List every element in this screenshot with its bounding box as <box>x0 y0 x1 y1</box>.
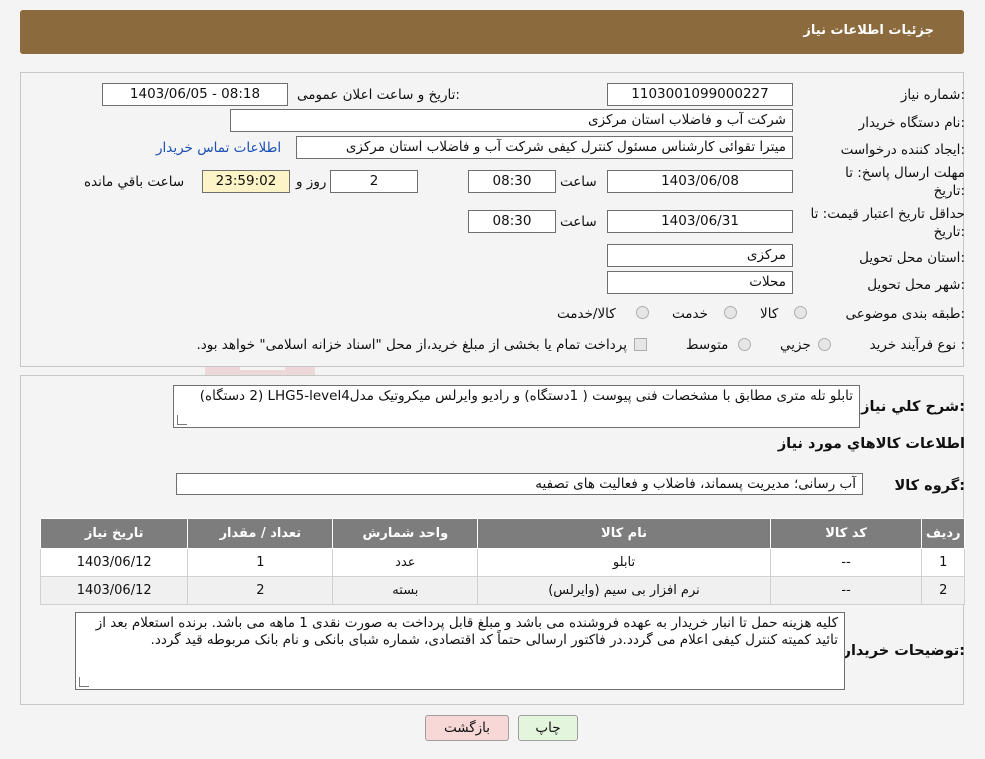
row-qty: 2 <box>187 576 334 605</box>
days-field: 2 <box>330 170 418 193</box>
price-validity-label: حداقل تاریخ اعتبار قیمت: تا <box>810 206 965 222</box>
treasury-checkbox[interactable] <box>634 338 647 351</box>
category-goods-radio[interactable] <box>794 306 807 319</box>
goods-info-title: اطلاعات کالاهاي مورد نياز <box>777 436 965 452</box>
remaining-time-label: ساعت باقي مانده <box>84 174 185 190</box>
page-title: جزئیات اطلاعات نیاز <box>803 23 934 38</box>
reply-time-label: ساعت <box>560 174 597 190</box>
description-textarea: تابلو تله متری مطابق با مشخصات فنی پیوست… <box>173 385 860 428</box>
process-label: نوع فرآیند خرید : <box>869 337 965 353</box>
print-button[interactable]: چاپ <box>518 715 578 741</box>
validity-time-label: ساعت <box>560 214 597 230</box>
table-row: 2 -- نرم افزار بی سیم (وایرلس) بسته 2 14… <box>39 576 965 605</box>
province-field: مرکزی <box>607 244 793 267</box>
category-goods-label: کالا <box>760 306 779 322</box>
process-partial-label: جزیي <box>780 337 811 353</box>
row-name: تابلو <box>477 548 771 577</box>
category-service-label: خدمت <box>672 306 708 322</box>
need-number-label: شماره نیاز: <box>900 87 965 103</box>
col-row-header: رديف <box>921 518 965 549</box>
row-code: -- <box>769 576 923 605</box>
announce-field: 1403/06/05 - 08:18 <box>102 83 288 106</box>
days-label: روز و <box>296 174 327 190</box>
row-code: -- <box>769 548 923 577</box>
description-label: شرح کلي نياز: <box>861 399 965 415</box>
col-code-header: کد کالا <box>769 518 923 549</box>
price-validity-label-2: تاریخ: <box>933 224 965 240</box>
row-date: 1403/06/12 <box>39 576 189 605</box>
back-button[interactable]: بازگشت <box>425 715 509 741</box>
row-qty: 1 <box>187 548 334 577</box>
row-number: 2 <box>921 576 965 605</box>
reply-deadline-label: مهلت ارسال پاسخ: تا <box>845 165 965 181</box>
announce-label: تاریخ و ساعت اعلان عمومی: <box>297 87 460 103</box>
row-name: نرم افزار بی سیم (وایرلس) <box>477 576 771 605</box>
buyer-org-label: نام دستگاه خریدار: <box>858 115 965 131</box>
col-name-header: نام کالا <box>477 518 771 549</box>
buyer-notes-text: کلیه هزینه حمل تا انبار خریدار به عهده ف… <box>95 615 838 648</box>
validity-date-field: 1403/06/31 <box>607 210 793 233</box>
creator-field: میترا تقوائی کارشناس مسئول کنترل کیفی شر… <box>296 136 793 159</box>
table-header-row: رديف کد کالا نام کالا واحد شمارش تعداد /… <box>39 518 965 549</box>
province-label: استان محل تحویل: <box>859 250 965 266</box>
page-header: جزئیات اطلاعات نیاز <box>20 10 964 54</box>
category-goods-service-label: کالا/خدمت <box>557 306 616 322</box>
validity-time-field: 08:30 <box>468 210 556 233</box>
col-qty-header: تعداد / مقدار <box>187 518 334 549</box>
buyer-notes-textarea: کلیه هزینه حمل تا انبار خریدار به عهده ف… <box>75 612 845 690</box>
buyer-notes-label: توضیحات خریدار: <box>842 643 965 659</box>
row-unit: عدد <box>332 548 479 577</box>
process-note: پرداخت تمام یا بخشی از مبلغ خرید،از محل … <box>196 337 627 353</box>
resize-handle-icon[interactable] <box>177 415 187 425</box>
need-number-field: 1103001099000227 <box>607 83 793 106</box>
col-date-header: تاریخ نیاز <box>39 518 189 549</box>
process-medium-radio[interactable] <box>738 338 751 351</box>
goods-group-label: گروه کالا: <box>894 478 965 494</box>
category-goods-service-radio[interactable] <box>636 306 649 319</box>
contact-buyer-link[interactable]: اطلاعات تماس خریدار <box>156 140 281 156</box>
creator-label: ایجاد کننده درخواست: <box>840 142 965 158</box>
resize-handle-icon[interactable] <box>79 677 89 687</box>
items-table: رديف کد کالا نام کالا واحد شمارش تعداد /… <box>39 518 965 605</box>
goods-group-field: آب رسانی؛ مدیریت پسماند، فاضلاب و فعالیت… <box>176 473 863 495</box>
buyer-org-field: شرکت آب و فاضلاب استان مرکزی <box>230 109 793 132</box>
description-text: تابلو تله متری مطابق با مشخصات فنی پیوست… <box>199 388 853 404</box>
process-partial-radio[interactable] <box>818 338 831 351</box>
col-unit-header: واحد شمارش <box>332 518 479 549</box>
table-row: 1 -- تابلو عدد 1 1403/06/12 <box>39 548 965 577</box>
reply-deadline-label-2: تاریخ: <box>933 183 965 199</box>
reply-time-field: 08:30 <box>468 170 556 193</box>
city-label: شهر محل تحویل: <box>867 277 965 293</box>
category-label: طبقه بندی موضوعی: <box>845 306 965 322</box>
category-service-radio[interactable] <box>724 306 737 319</box>
row-unit: بسته <box>332 576 479 605</box>
reply-date-field: 1403/06/08 <box>607 170 793 193</box>
city-field: محلات <box>607 271 793 294</box>
row-date: 1403/06/12 <box>39 548 189 577</box>
process-medium-label: متوسط <box>686 337 729 353</box>
row-number: 1 <box>921 548 965 577</box>
remaining-time-field: 23:59:02 <box>202 170 290 193</box>
